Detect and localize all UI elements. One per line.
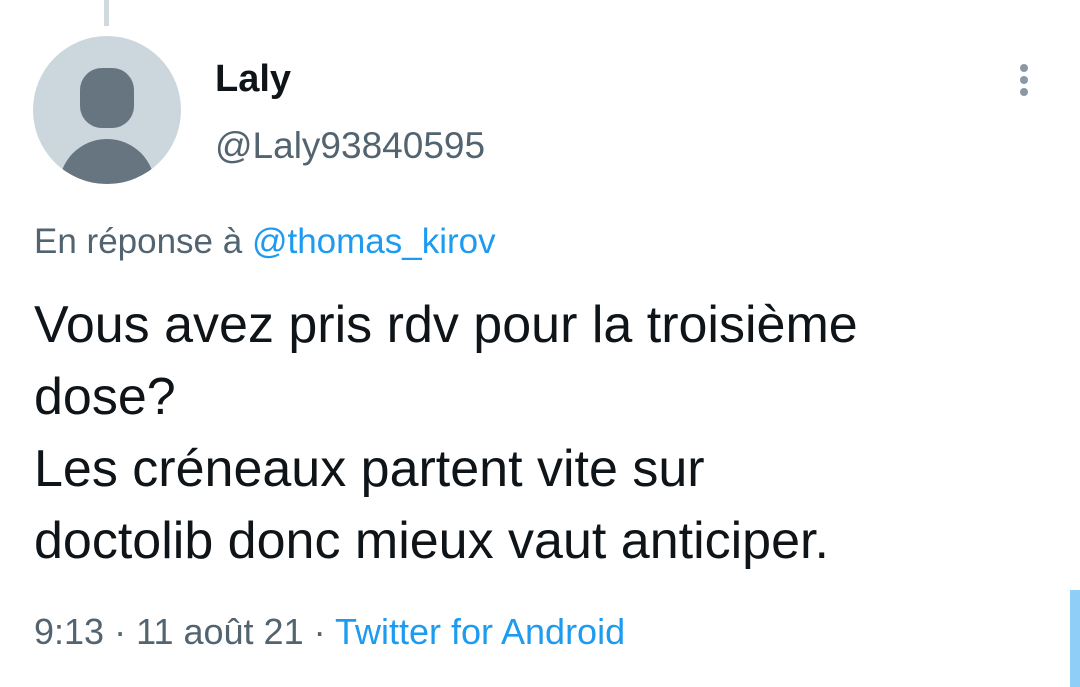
tweet-time[interactable]: 9:13 (34, 611, 104, 652)
reply-context: En réponse à @thomas_kirov (34, 220, 496, 264)
more-options-button[interactable] (1006, 58, 1042, 102)
tweet-source-link[interactable]: Twitter for Android (335, 611, 625, 652)
author-display-name[interactable]: Laly (215, 57, 291, 101)
default-profile-icon (80, 68, 134, 128)
default-profile-shoulders (59, 139, 155, 184)
more-dot (1020, 88, 1028, 96)
meta-separator: · (114, 611, 127, 652)
more-dot (1020, 64, 1028, 72)
tweet-text: Vous avez pris rdv pour la troisième dos… (34, 289, 1044, 577)
tweet-text-line: dose? (34, 368, 176, 426)
scroll-indicator[interactable] (1070, 590, 1080, 687)
more-dot (1020, 76, 1028, 84)
reply-context-prefix: En réponse à (34, 222, 243, 261)
reply-mention-link[interactable]: @thomas_kirov (252, 222, 496, 261)
meta-separator: · (313, 611, 326, 652)
tweet-meta: 9:13 · 11 août 21 · Twitter for Android (34, 610, 625, 654)
tweet-date[interactable]: 11 août 21 (136, 611, 303, 652)
thread-connector-line (104, 0, 109, 26)
tweet-text-line: Les créneaux partent vite sur (34, 440, 705, 498)
avatar[interactable] (33, 36, 181, 184)
tweet-text-line: doctolib donc mieux vaut anticiper. (34, 512, 829, 570)
author-handle[interactable]: @Laly93840595 (215, 124, 485, 168)
tweet-text-line: Vous avez pris rdv pour la troisième (34, 296, 858, 354)
